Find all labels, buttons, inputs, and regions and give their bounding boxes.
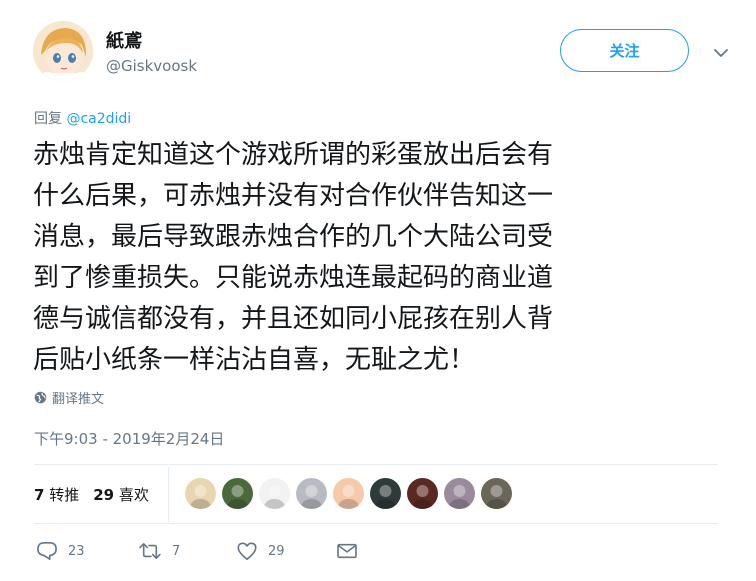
retweets-count: 7 [34, 486, 45, 504]
user-avatar[interactable] [33, 21, 93, 81]
liker-avatars [185, 478, 512, 509]
translate-label: 翻译推文 [52, 392, 105, 407]
tweet-stats: 7 转推 29 喜欢 [34, 484, 149, 505]
heart-icon [237, 542, 257, 560]
liker-avatar[interactable] [370, 478, 401, 509]
liker-avatar[interactable] [296, 478, 327, 509]
liker-avatar[interactable] [407, 478, 438, 509]
retweet-icon [139, 542, 161, 560]
likes-stat[interactable]: 29 喜欢 [93, 484, 149, 505]
likes-label: 喜欢 [118, 486, 149, 504]
liker-avatar[interactable] [444, 478, 475, 509]
liker-avatar[interactable] [259, 478, 290, 509]
translate-tweet-link[interactable]: 翻译推文 [34, 388, 104, 407]
anime-avatar-icon [33, 21, 93, 81]
liker-avatar[interactable] [333, 478, 364, 509]
follow-button[interactable]: 关注 [560, 29, 689, 72]
divider [34, 464, 718, 465]
reply-count: 23 [68, 543, 85, 559]
retweet-count: 7 [172, 543, 181, 559]
user-handle[interactable]: @Giskvoosk [106, 57, 197, 75]
chevron-down-icon[interactable] [710, 42, 732, 64]
reply-prefix: 回复 [34, 111, 62, 127]
like-count: 29 [268, 543, 285, 559]
globe-icon [34, 391, 47, 404]
like-button[interactable]: 29 [236, 541, 336, 561]
divider [168, 467, 169, 522]
display-name[interactable]: 紙鳶 [106, 27, 142, 53]
reply-icon [37, 542, 57, 560]
direct-message-button[interactable] [336, 542, 358, 560]
tweet-timestamp[interactable]: 下午9:03 - 2019年2月24日 [34, 428, 224, 449]
liker-avatar[interactable] [185, 478, 216, 509]
retweets-label: 转推 [49, 486, 80, 504]
envelope-icon [337, 543, 357, 559]
reply-button[interactable]: 23 [36, 541, 138, 561]
likes-count: 29 [93, 486, 115, 504]
divider [34, 523, 718, 524]
reply-mention-link[interactable]: @ca2didi [66, 111, 131, 127]
retweets-stat[interactable]: 7 转推 [34, 484, 79, 505]
tweet-actions: 23 7 29 [36, 541, 358, 561]
tweet-text: 赤烛肯定知道这个游戏所谓的彩蛋放出后会有 什么后果，可赤烛并没有对合作伙伴告知这… [33, 140, 554, 375]
liker-avatar[interactable] [481, 478, 512, 509]
reply-context: 回复 @ca2didi [34, 108, 131, 128]
retweet-button[interactable]: 7 [138, 542, 236, 560]
liker-avatar[interactable] [222, 478, 253, 509]
